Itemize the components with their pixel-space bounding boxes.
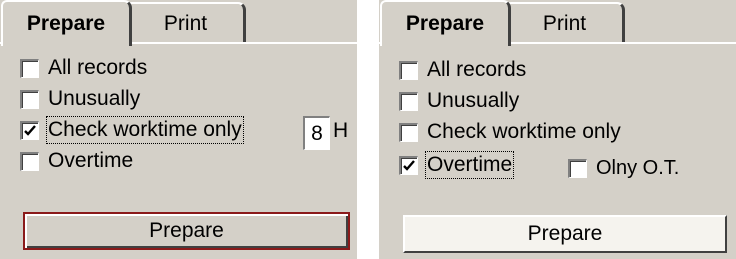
checkbox-label: All records: [427, 58, 527, 81]
checkbox-overtime[interactable]: Overtime: [20, 148, 133, 174]
prepare-panel-left: Prepare Print All records Unusually Chec…: [0, 0, 357, 259]
checkbox-only-ot[interactable]: Olny O.T.: [568, 155, 679, 181]
checkbox-overtime[interactable]: Overtime: [399, 151, 515, 179]
checkbox-box[interactable]: [20, 151, 39, 171]
tab-print[interactable]: Print: [126, 2, 246, 44]
tab-prepare-label: Prepare: [405, 12, 485, 35]
checkbox-box[interactable]: [568, 158, 587, 178]
checkbox-label: Check worktime only: [427, 120, 621, 143]
tab-prepare-label: Prepare: [26, 12, 106, 35]
checkbox-box[interactable]: [20, 89, 39, 109]
checkbox-unusually[interactable]: Unusually: [399, 88, 519, 114]
checkbox-box[interactable]: [399, 122, 418, 142]
tab-prepare[interactable]: Prepare: [1, 0, 132, 48]
tab-print[interactable]: Print: [505, 2, 625, 44]
tab-print-label: Print: [542, 12, 587, 35]
tab-print-label: Print: [163, 12, 208, 35]
checkbox-box[interactable]: [399, 60, 418, 80]
hours-input[interactable]: 8: [303, 116, 330, 150]
checkbox-label: Olny O.T.: [596, 156, 680, 179]
checkbox-check-worktime-only[interactable]: Check worktime only: [399, 119, 621, 145]
hours-unit-label: H: [333, 119, 349, 142]
checkbox-label: All records: [48, 56, 148, 79]
checkbox-box[interactable]: [399, 91, 418, 111]
prepare-button[interactable]: Prepare: [23, 212, 350, 250]
prepare-button[interactable]: Prepare: [403, 215, 727, 253]
checkbox-box[interactable]: [399, 155, 418, 175]
checkbox-box[interactable]: [20, 58, 39, 78]
checkbox-check-worktime-only[interactable]: Check worktime only: [20, 116, 244, 144]
prepare-panel-right: Prepare Print All records Unusually Chec…: [379, 0, 736, 259]
checkbox-label: Check worktime only: [46, 116, 244, 144]
checkbox-label: Unusually: [48, 87, 141, 110]
checkbox-label: Overtime: [48, 149, 134, 172]
prepare-button-label: Prepare: [149, 219, 224, 242]
checkbox-box[interactable]: [20, 120, 39, 140]
checkbox-label: Unusually: [427, 89, 520, 112]
checkbox-all-records[interactable]: All records: [399, 57, 526, 83]
checkbox-label: Overtime: [424, 151, 515, 179]
check-mark-icon: [24, 124, 36, 136]
checkbox-all-records[interactable]: All records: [20, 55, 147, 81]
checkbox-unusually[interactable]: Unusually: [20, 86, 140, 112]
check-mark-icon: [403, 159, 415, 171]
tab-prepare[interactable]: Prepare: [380, 0, 511, 48]
prepare-button-label: Prepare: [527, 222, 603, 245]
